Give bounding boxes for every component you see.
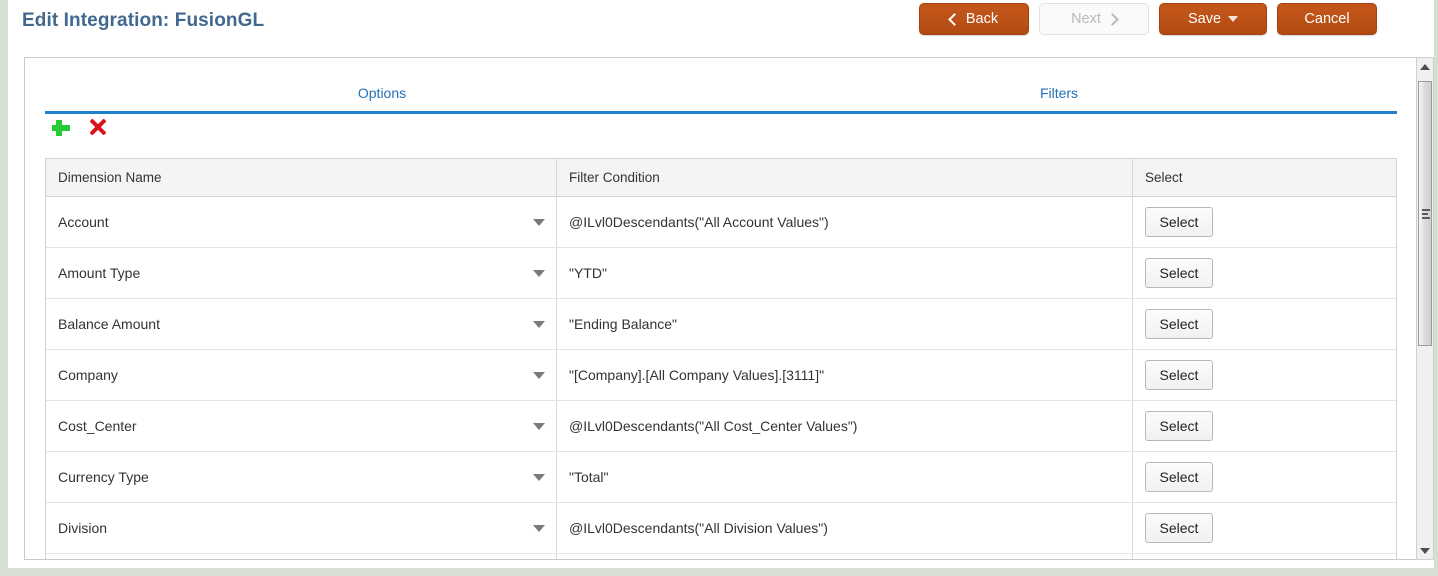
table-row: Account @ILvl0Descendants("All Account V… xyxy=(46,197,1396,248)
select-button[interactable]: Select xyxy=(1145,513,1213,543)
select-button[interactable]: Select xyxy=(1145,411,1213,441)
chevron-down-icon[interactable] xyxy=(533,423,545,430)
dimension-name-cell[interactable]: Company xyxy=(46,350,557,400)
tab-options[interactable]: Options xyxy=(358,85,406,101)
filter-condition-cell[interactable]: @ILvl0Descendants("All Cost_Center Value… xyxy=(557,401,1133,451)
next-button[interactable]: Next xyxy=(1039,3,1149,35)
page-header: Edit Integration: FusionGL Back Next Sav… xyxy=(8,0,1434,48)
arrow-down-icon[interactable] xyxy=(1417,542,1433,559)
select-button[interactable]: Select xyxy=(1145,258,1213,288)
column-header-filter-condition: Filter Condition xyxy=(557,159,1133,196)
select-cell: Select xyxy=(1133,350,1396,400)
dimension-name-cell[interactable]: Division xyxy=(46,503,557,553)
filter-condition-cell[interactable] xyxy=(557,554,1133,559)
tab-filters[interactable]: Filters xyxy=(1040,85,1078,101)
scrollbar-grip-icon xyxy=(1422,208,1430,219)
select-cell: Select xyxy=(1133,299,1396,349)
save-button[interactable]: Save xyxy=(1159,3,1267,35)
cancel-button-label: Cancel xyxy=(1304,11,1350,27)
tab-bar: Options Filters xyxy=(25,58,1417,114)
select-button[interactable]: Select xyxy=(1145,462,1213,492)
column-header-select: Select xyxy=(1145,170,1183,185)
content-panel: Options Filters Dimension Name Filter Co… xyxy=(24,57,1418,560)
scrollbar-thumb[interactable] xyxy=(1418,81,1432,346)
chevron-down-icon[interactable] xyxy=(533,321,545,328)
filter-condition-cell[interactable]: @ILvl0Descendants("All Account Values") xyxy=(557,197,1133,247)
column-header-dimension-name: Dimension Name xyxy=(46,159,557,196)
select-cell xyxy=(1133,554,1396,559)
filters-grid: Dimension Name Filter Condition Select A… xyxy=(45,158,1397,559)
chevron-left-icon xyxy=(948,12,961,26)
next-button-label: Next xyxy=(1071,11,1101,27)
filter-condition-cell[interactable]: @ILvl0Descendants("All Division Values") xyxy=(557,503,1133,553)
arrow-up-icon[interactable] xyxy=(1417,58,1433,75)
chevron-down-icon[interactable] xyxy=(533,474,545,481)
dimension-name-cell[interactable]: Cost_Center xyxy=(46,401,557,451)
caret-down-icon[interactable] xyxy=(1228,16,1239,22)
x-icon[interactable] xyxy=(87,117,109,139)
filter-condition-cell[interactable]: "YTD" xyxy=(557,248,1133,298)
page-title: Edit Integration: FusionGL xyxy=(22,10,265,31)
dimension-name-label: Amount Type xyxy=(58,265,141,281)
dimension-name-label: Currency Type xyxy=(58,469,149,485)
select-cell: Select xyxy=(1133,503,1396,553)
table-row: Cost_Center @ILvl0Descendants("All Cost_… xyxy=(46,401,1396,452)
table-row: Company "[Company].[All Company Values].… xyxy=(46,350,1396,401)
table-row: Currency Type "Total" Select xyxy=(46,452,1396,503)
chevron-down-icon[interactable] xyxy=(533,270,545,277)
grid-header-row: Dimension Name Filter Condition Select xyxy=(46,159,1396,197)
dimension-name-cell[interactable]: Amount Type xyxy=(46,248,557,298)
save-button-label: Save xyxy=(1187,11,1222,27)
dimension-name-cell[interactable] xyxy=(46,554,557,559)
table-row-partial xyxy=(46,554,1396,559)
select-cell: Select xyxy=(1133,452,1396,502)
table-row: Balance Amount "Ending Balance" Select xyxy=(46,299,1396,350)
filter-condition-cell[interactable]: "[Company].[All Company Values].[3111]" xyxy=(557,350,1133,400)
page-content: Edit Integration: FusionGL Back Next Sav… xyxy=(8,0,1434,568)
dimension-name-cell[interactable]: Balance Amount xyxy=(46,299,557,349)
application-window: Edit Integration: FusionGL Back Next Sav… xyxy=(0,0,1438,576)
dimension-name-label: Division xyxy=(58,520,108,536)
header-action-buttons: Back Next Save Cancel xyxy=(919,3,1377,35)
filter-condition-cell[interactable]: "Ending Balance" xyxy=(557,299,1133,349)
dimension-name-label: Balance Amount xyxy=(58,316,160,332)
select-cell: Select xyxy=(1133,248,1396,298)
filter-condition-cell[interactable]: "Total" xyxy=(557,452,1133,502)
table-row: Division @ILvl0Descendants("All Division… xyxy=(46,503,1396,554)
select-button[interactable]: Select xyxy=(1145,207,1213,237)
dimension-name-label: Account xyxy=(58,214,109,230)
plus-icon[interactable] xyxy=(50,117,72,139)
select-cell: Select xyxy=(1133,197,1396,247)
dimension-name-label: Cost_Center xyxy=(58,418,137,434)
select-cell: Select xyxy=(1133,401,1396,451)
chevron-down-icon[interactable] xyxy=(533,525,545,532)
chevron-right-icon xyxy=(1106,12,1119,26)
select-button[interactable]: Select xyxy=(1145,360,1213,390)
back-button[interactable]: Back xyxy=(919,3,1029,35)
select-button[interactable]: Select xyxy=(1145,309,1213,339)
back-button-label: Back xyxy=(965,11,999,27)
dimension-name-label: Company xyxy=(58,367,118,383)
chevron-down-icon[interactable] xyxy=(533,219,545,226)
dimension-name-cell[interactable]: Currency Type xyxy=(46,452,557,502)
vertical-scrollbar[interactable] xyxy=(1416,57,1434,560)
dimension-name-cell[interactable]: Account xyxy=(46,197,557,247)
chevron-down-icon[interactable] xyxy=(533,372,545,379)
grid-toolbar xyxy=(25,113,1417,145)
cancel-button[interactable]: Cancel xyxy=(1277,3,1377,35)
table-row: Amount Type "YTD" Select xyxy=(46,248,1396,299)
